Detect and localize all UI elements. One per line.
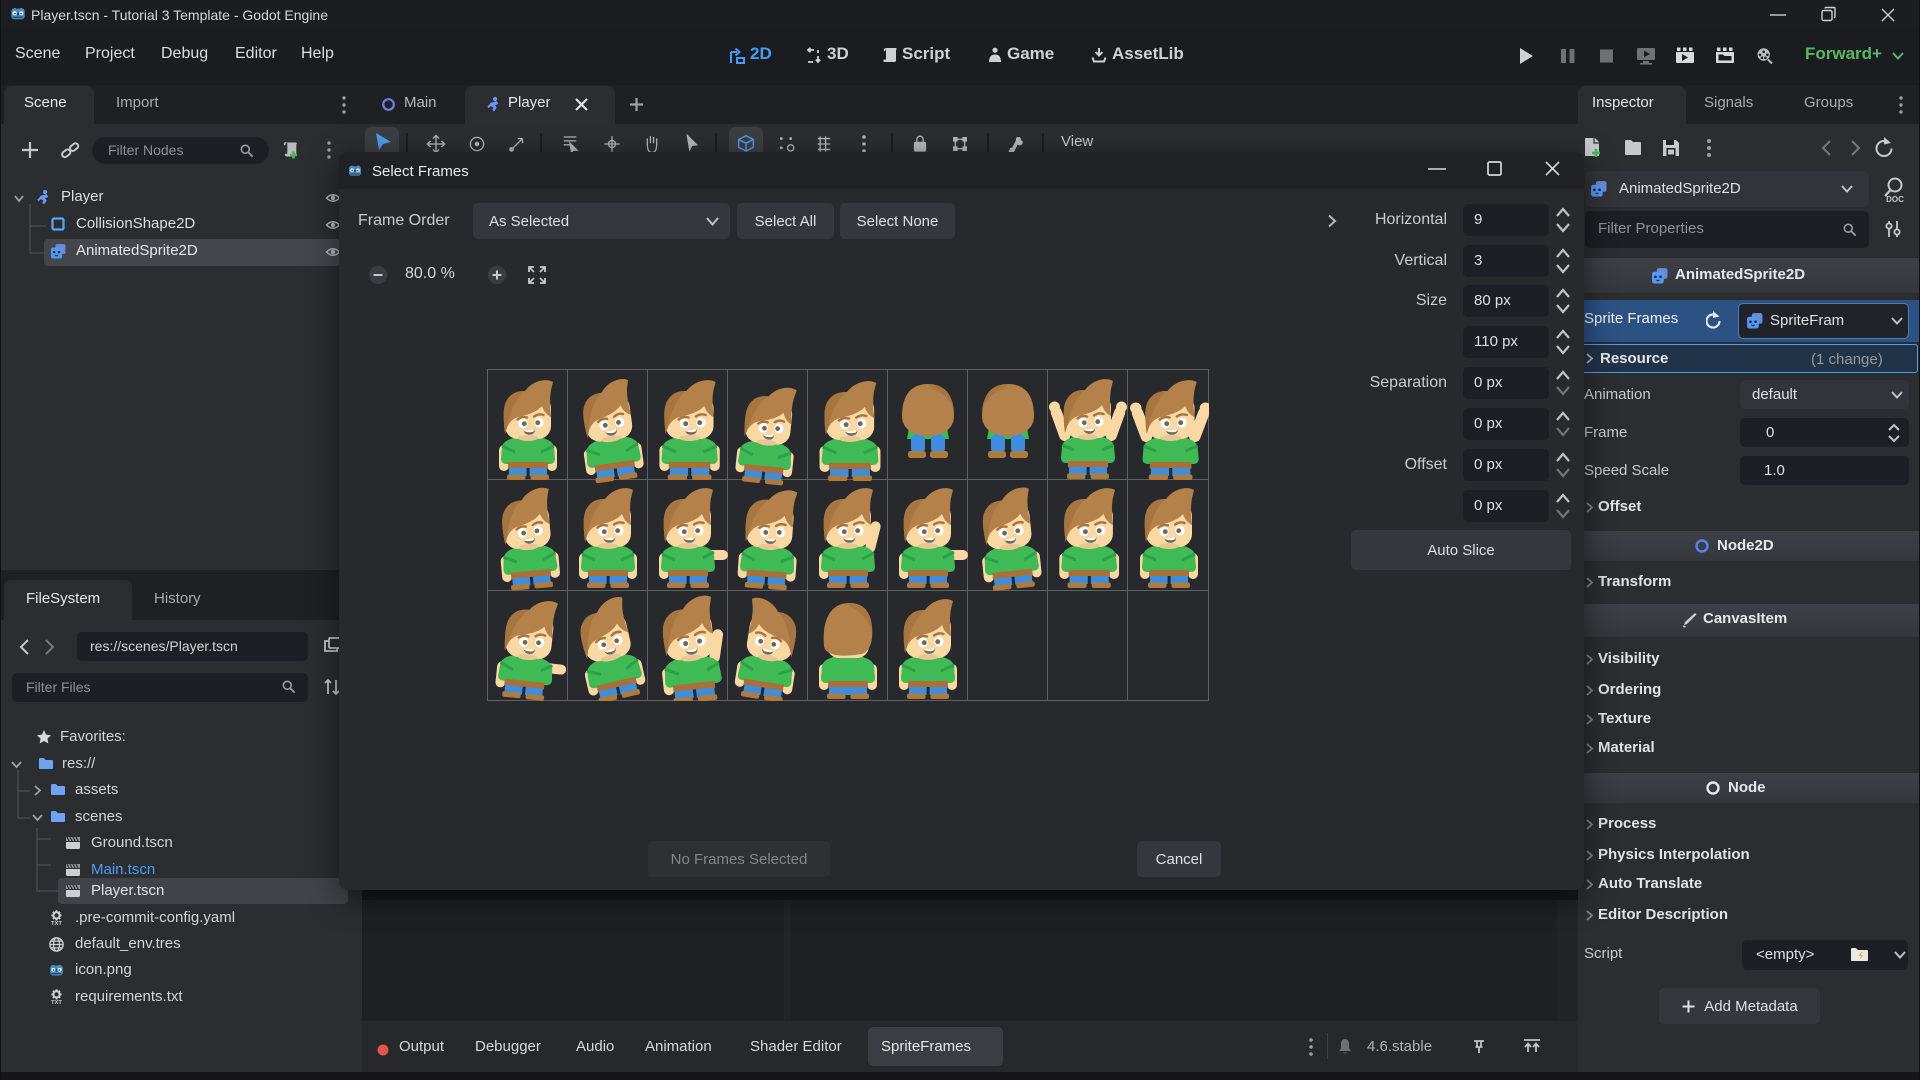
svg-text:DOC: DOC bbox=[1886, 195, 1904, 204]
